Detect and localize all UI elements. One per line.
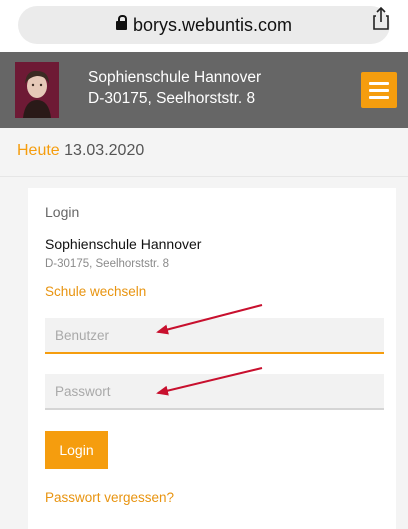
school-logo — [15, 62, 59, 118]
current-date: 13.03.2020 — [64, 142, 145, 159]
password-input[interactable] — [45, 374, 384, 410]
app-header: Sophienschule Hannover D-30175, Seelhors… — [0, 52, 408, 128]
login-heading: Login — [45, 204, 80, 220]
header-school-name: Sophienschule Hannover — [88, 69, 262, 86]
today-link[interactable]: Heute — [17, 142, 60, 159]
username-input[interactable] — [45, 318, 384, 354]
url-text: borys.webuntis.com — [132, 15, 293, 35]
login-card: Login Sophienschule Hannover D-30175, Se… — [28, 188, 396, 529]
login-school-name: Sophienschule Hannover — [45, 236, 202, 252]
login-school-address: D-30175, Seelhorststr. 8 — [45, 258, 170, 270]
share-icon[interactable] — [367, 5, 395, 33]
lock-icon — [115, 15, 127, 30]
login-button[interactable]: Login — [45, 431, 108, 469]
date-bar: Heute 13.03.2020 — [0, 128, 408, 177]
browser-address-bar: borys.webuntis.com — [0, 0, 408, 52]
header-school-address: D-30175, Seelhorststr. 8 — [88, 90, 256, 107]
url-display: borys.webuntis.com — [18, 15, 390, 36]
change-school-link[interactable]: Schule wechseln — [45, 284, 146, 299]
hamburger-menu-icon[interactable] — [361, 72, 397, 108]
url-field[interactable]: borys.webuntis.com — [18, 6, 390, 44]
forgot-password-link[interactable]: Passwort vergessen? — [45, 490, 174, 505]
